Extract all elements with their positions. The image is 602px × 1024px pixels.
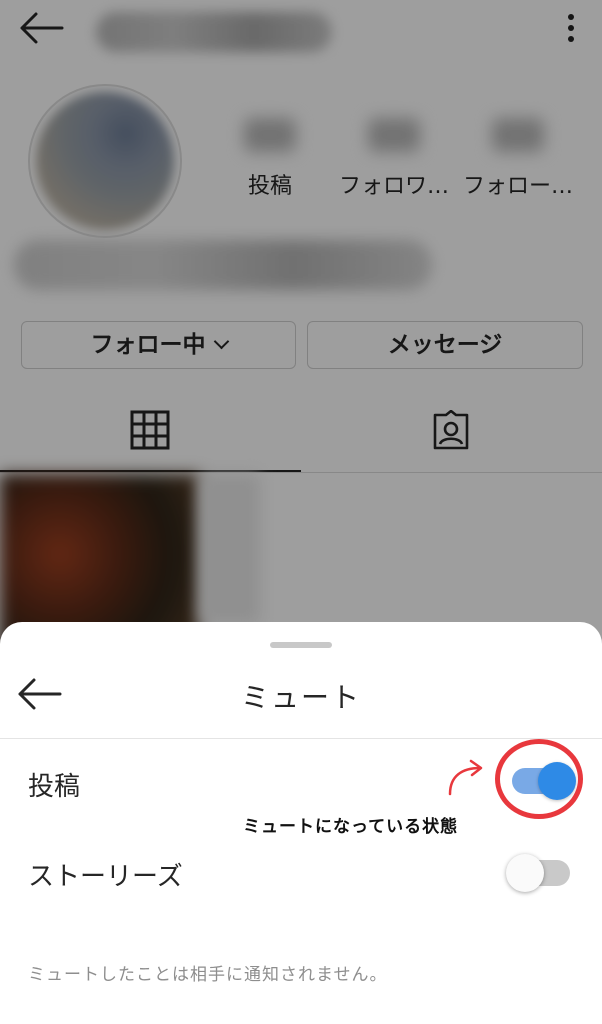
sheet-title: ミュート [240,681,361,714]
mute-stories-toggle[interactable] [506,854,570,892]
sheet-header: ミュート [0,662,602,739]
sheet-drag-handle[interactable] [270,642,332,648]
annotation-arrow-icon [448,759,483,796]
mute-posts-label: 投稿 [28,772,81,802]
annotation-text: ミュートになっている状態 [243,817,459,837]
toggle-knob [506,854,544,892]
annotation-highlight-circle [495,739,583,819]
mute-footnote: ミュートしたことは相手に通知されません。 [28,965,388,985]
mute-stories-label: ストーリーズ [28,862,183,892]
